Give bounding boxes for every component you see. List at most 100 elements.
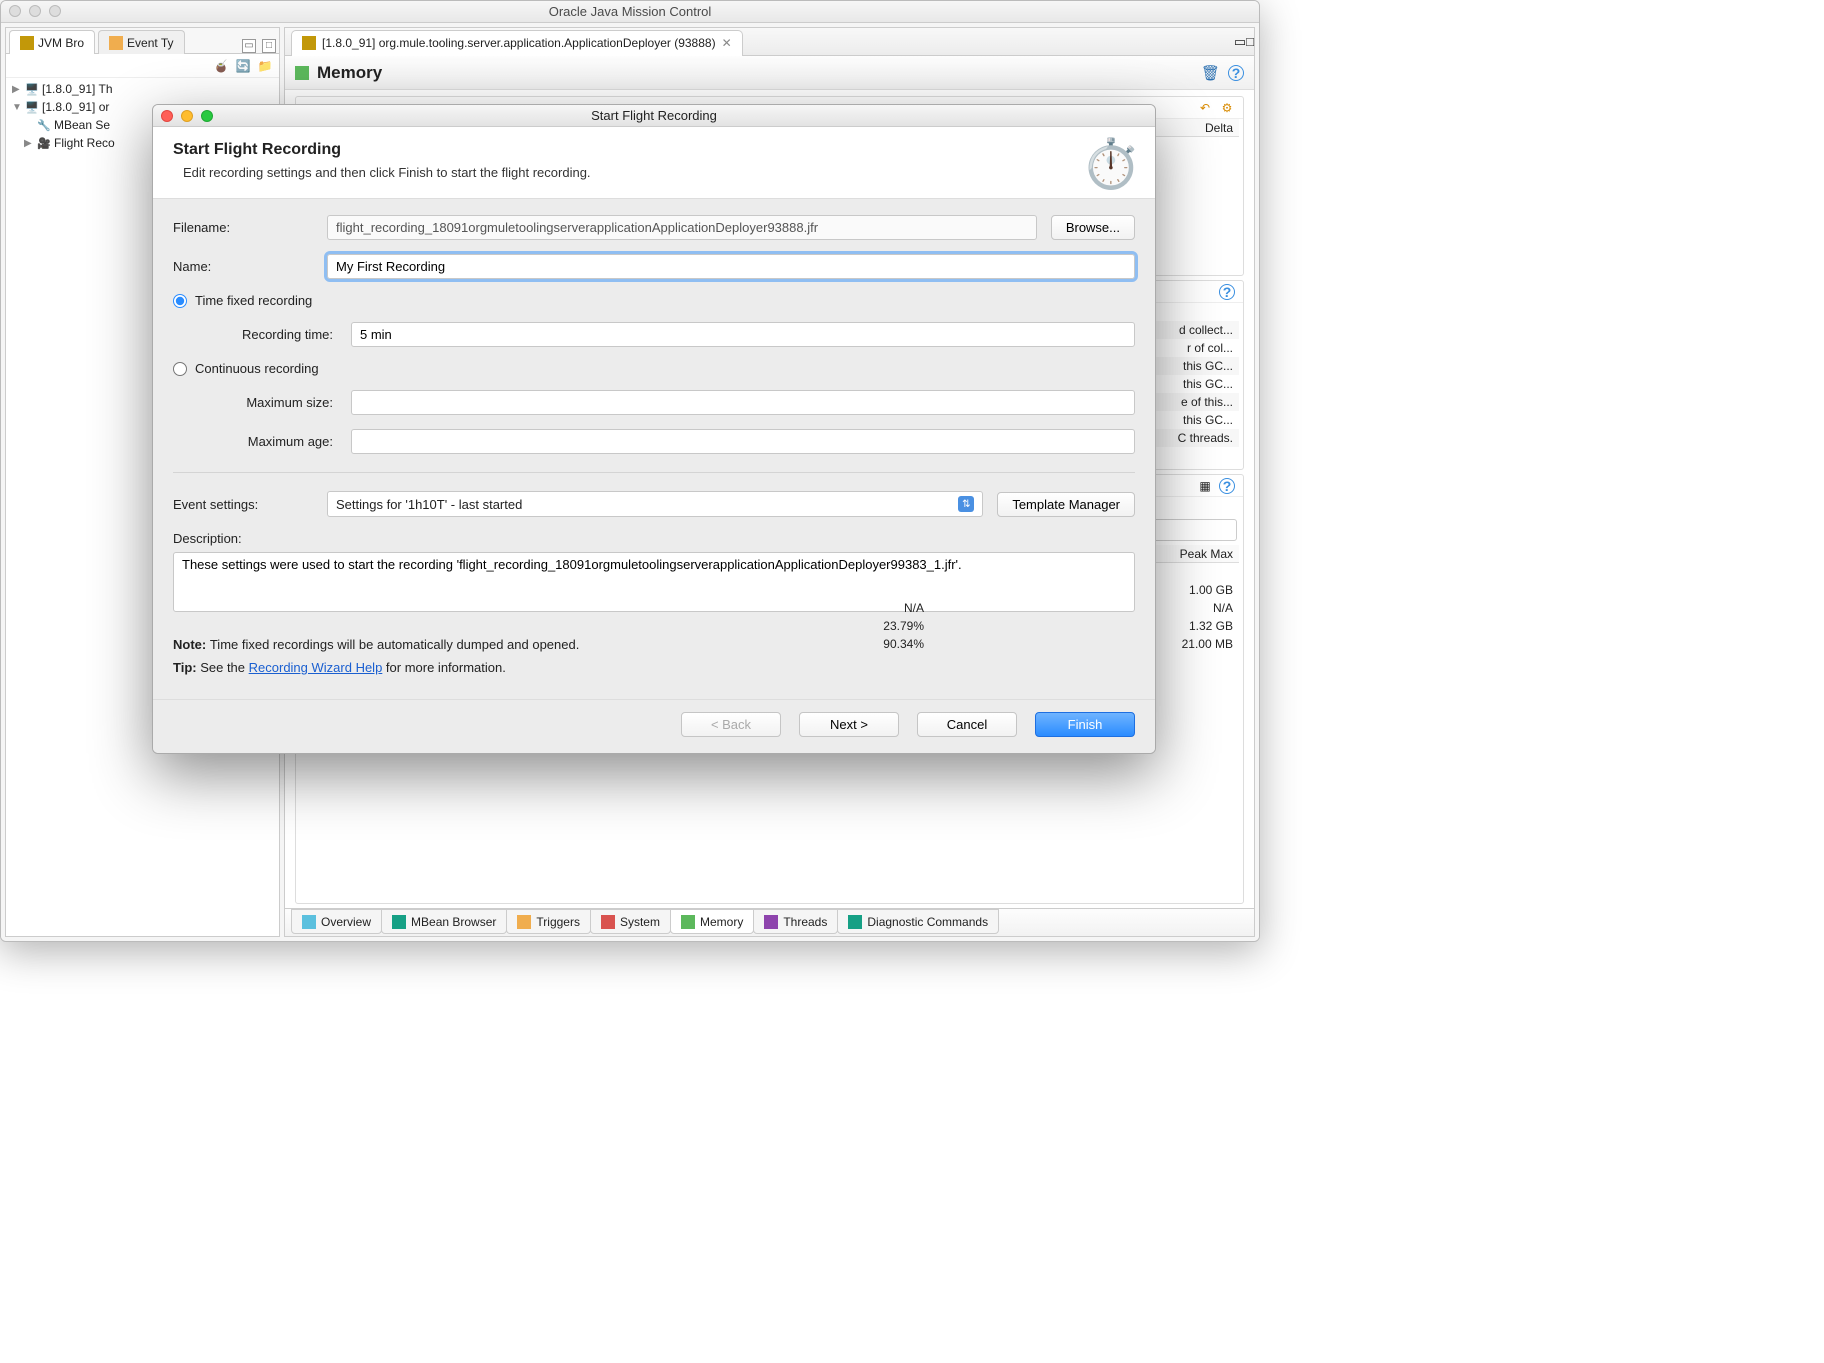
description-textarea[interactable] (173, 552, 1135, 612)
tree-node-jvm-0: ▶ 🖥️ [1.8.0_91] Th (6, 80, 279, 98)
left-view-tabs: JVM Bro Event Ty ▭ □ (6, 28, 279, 54)
expand-icon[interactable]: ▶ (12, 84, 22, 95)
help-icon[interactable]: ? (1228, 65, 1244, 81)
tab-label: Event Ty (127, 36, 173, 50)
filename-input[interactable] (327, 215, 1037, 240)
window-minimize-icon[interactable] (29, 5, 41, 17)
browse-button[interactable]: Browse... (1051, 215, 1135, 240)
name-label: Name: (173, 259, 313, 274)
table-settings-icon[interactable]: ▦ (1197, 478, 1213, 494)
next-button[interactable]: Next > (799, 712, 899, 737)
dialog-zoom-icon[interactable] (201, 110, 213, 122)
radio-label: Continuous recording (195, 361, 319, 376)
chart-settings-icon[interactable]: ⚙ (1219, 100, 1235, 116)
tab-event-types[interactable]: Event Ty (98, 30, 184, 54)
time-fixed-radio-row: Time fixed recording (173, 293, 1135, 308)
main-titlebar: Oracle Java Mission Control (1, 1, 1259, 23)
help-icon[interactable]: ? (1219, 284, 1235, 300)
col-delta[interactable]: Delta (1159, 121, 1239, 135)
diagnostic-icon (848, 915, 862, 929)
tab-mbean-browser[interactable]: MBean Browser (381, 909, 507, 934)
description-label: Description: (173, 531, 1135, 546)
maximize-view-icon[interactable]: □ (1246, 34, 1254, 49)
editor-tab-active[interactable]: [1.8.0_91] org.mule.tooling.server.appli… (291, 30, 743, 56)
refresh-icon[interactable]: 🔄 (235, 58, 251, 74)
time-fixed-radio[interactable] (173, 294, 187, 308)
tab-label: [1.8.0_91] org.mule.tooling.server.appli… (322, 36, 716, 50)
recording-wizard-help-link[interactable]: Recording Wizard Help (249, 660, 383, 675)
bottom-tab-bar: Overview MBean Browser Triggers System M… (285, 908, 1254, 936)
finish-button[interactable]: Finish (1035, 712, 1135, 737)
window-zoom-icon[interactable] (49, 5, 61, 17)
filename-label: Filename: (173, 220, 313, 235)
memory-icon (295, 66, 309, 80)
dialog-titlebar: Start Flight Recording (153, 105, 1155, 127)
triggers-icon (517, 915, 531, 929)
max-age-input[interactable] (351, 429, 1135, 454)
recording-time-input[interactable] (351, 322, 1135, 347)
start-flight-recording-dialog: Start Flight Recording Start Flight Reco… (152, 104, 1156, 754)
trash-icon[interactable]: 🗑 (1201, 64, 1220, 82)
tree-view-icon[interactable]: 🧉 (213, 58, 229, 74)
dialog-footer: < Back Next > Cancel Finish (153, 699, 1155, 753)
tree-label: [1.8.0_91] or (42, 100, 109, 114)
back-button[interactable]: < Back (681, 712, 781, 737)
help-icon[interactable]: ? (1219, 478, 1235, 494)
tab-memory[interactable]: Memory (670, 909, 754, 934)
name-input[interactable] (327, 254, 1135, 279)
dialog-minimize-icon[interactable] (181, 110, 193, 122)
memory-section-header: Memory 🗑 ? (285, 56, 1254, 90)
tab-triggers[interactable]: Triggers (506, 909, 591, 934)
expand-icon[interactable]: ▶ (24, 138, 34, 149)
tree-label: Flight Reco (54, 136, 115, 150)
chevron-updown-icon: ⇅ (958, 496, 974, 512)
tab-label: JVM Bro (38, 36, 84, 50)
dialog-title: Start Flight Recording (173, 141, 1135, 159)
maximize-view-icon[interactable]: □ (262, 39, 276, 53)
jvm-icon: 🖥️ (24, 81, 40, 97)
event-types-icon (109, 36, 123, 50)
section-title: Memory (317, 63, 382, 83)
mbean-icon: 🔧 (36, 117, 52, 133)
dialog-notes: Note: Time fixed recordings will be auto… (153, 625, 1155, 699)
jvm-browser-toolbar: 🧉 🔄 📁 (6, 54, 279, 78)
event-settings-select[interactable]: Settings for '1h10T' - last started ⇅ (327, 491, 983, 517)
mbean-icon (392, 915, 406, 929)
dialog-header: Start Flight Recording Edit recording se… (153, 127, 1155, 199)
max-age-label: Maximum age: (197, 434, 337, 449)
max-size-label: Maximum size: (197, 395, 337, 410)
close-icon[interactable]: ✕ (722, 36, 732, 50)
system-icon (601, 915, 615, 929)
template-manager-button[interactable]: Template Manager (997, 492, 1135, 517)
stopwatch-icon: ⏱️ (1081, 135, 1141, 192)
tab-overview[interactable]: Overview (291, 909, 382, 934)
overview-icon (302, 915, 316, 929)
max-size-input[interactable] (351, 390, 1135, 415)
recording-time-label: Recording time: (197, 327, 337, 342)
dialog-close-icon[interactable] (161, 110, 173, 122)
minimize-view-icon[interactable]: ▭ (242, 39, 256, 53)
cancel-button[interactable]: Cancel (917, 712, 1017, 737)
minimize-view-icon[interactable]: ▭ (1234, 34, 1246, 50)
editor-tab-bar: [1.8.0_91] org.mule.tooling.server.appli… (285, 28, 1254, 56)
dialog-window-title: Start Flight Recording (591, 108, 717, 123)
tab-threads[interactable]: Threads (753, 909, 838, 934)
flight-recorder-icon: 🎥 (36, 135, 52, 151)
collapse-icon[interactable]: ▼ (12, 102, 22, 113)
jvm-browser-icon (20, 36, 34, 50)
tab-system[interactable]: System (590, 909, 671, 934)
continuous-radio[interactable] (173, 362, 187, 376)
tab-jvm-browser[interactable]: JVM Bro (9, 30, 95, 54)
jmc-tab-icon (302, 36, 316, 50)
jvm-icon: 🖥️ (24, 99, 40, 115)
chart-back-icon[interactable]: ↶ (1197, 100, 1213, 116)
tree-label: [1.8.0_91] Th (42, 82, 113, 96)
tab-diagnostic-commands[interactable]: Diagnostic Commands (837, 909, 999, 934)
threads-icon (764, 915, 778, 929)
window-close-icon[interactable] (9, 5, 21, 17)
event-settings-label: Event settings: (173, 497, 313, 512)
new-connection-icon[interactable]: 📁 (257, 58, 273, 74)
window-title: Oracle Java Mission Control (549, 4, 712, 19)
continuous-radio-row: Continuous recording (173, 361, 1135, 376)
dialog-subtitle: Edit recording settings and then click F… (173, 165, 1135, 180)
